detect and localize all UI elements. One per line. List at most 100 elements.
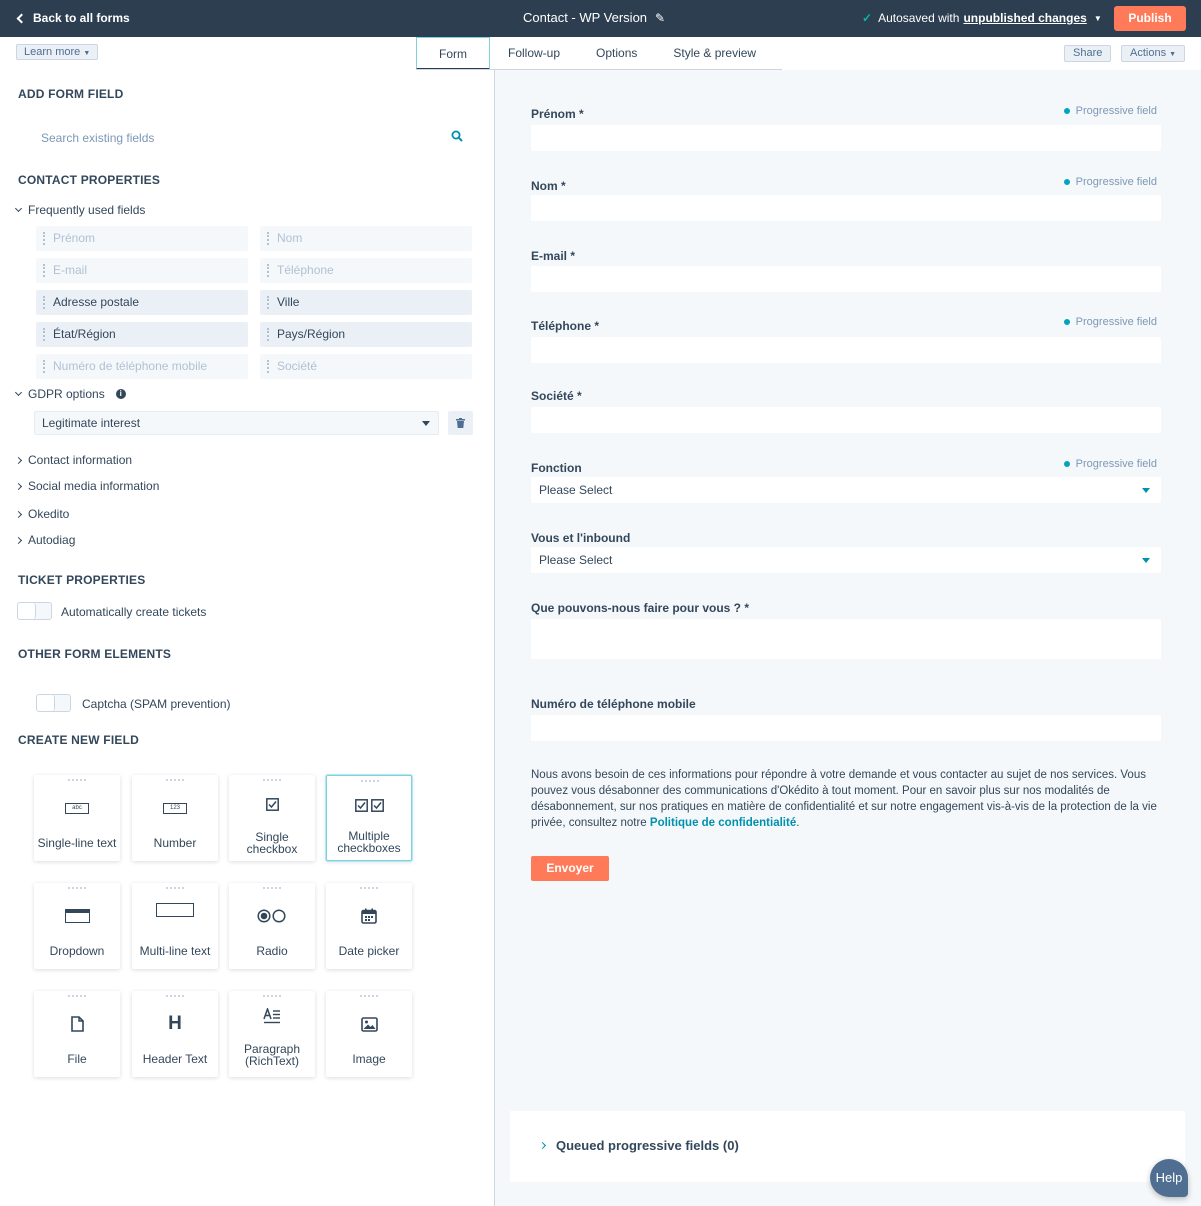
add-form-field-heading: ADD FORM FIELD bbox=[18, 87, 124, 101]
drag-handle-icon bbox=[361, 780, 379, 783]
info-icon[interactable]: i bbox=[115, 389, 126, 399]
drag-handle-icon bbox=[68, 779, 86, 782]
field-chip-ville[interactable]: Ville bbox=[260, 290, 472, 315]
card-file[interactable]: File bbox=[34, 991, 120, 1077]
input-telephone[interactable] bbox=[531, 337, 1161, 363]
caret-down-icon bbox=[1142, 558, 1150, 563]
pencil-icon[interactable]: ✎ bbox=[655, 11, 665, 25]
unpublished-changes-link[interactable]: unpublished changes bbox=[963, 11, 1086, 25]
field-chip-nom: Nom bbox=[260, 226, 472, 251]
card-radio[interactable]: Radio bbox=[229, 883, 315, 969]
card-header-text[interactable]: H Header Text bbox=[132, 991, 218, 1077]
field-chip-etat-region[interactable]: État/Région bbox=[36, 322, 248, 347]
field-chip-pays-region[interactable]: Pays/Région bbox=[260, 322, 472, 347]
input-email[interactable] bbox=[531, 266, 1161, 292]
group-contact-information[interactable]: Contact information bbox=[14, 453, 132, 467]
gdpr-select[interactable]: Legitimate interest bbox=[34, 411, 439, 435]
auto-tickets-switch[interactable] bbox=[17, 602, 52, 620]
tab-style-preview[interactable]: Style & preview bbox=[655, 37, 774, 70]
chevron-right-icon bbox=[14, 482, 23, 490]
input-prenom[interactable] bbox=[531, 125, 1161, 151]
input-nom[interactable] bbox=[531, 195, 1161, 221]
select-vous-et-inbound[interactable]: Please Select bbox=[531, 547, 1161, 573]
label-societe: Société * bbox=[531, 389, 582, 403]
field-chip-prenom: Prénom bbox=[36, 226, 248, 251]
gdpr-options-toggle[interactable]: GDPR options i bbox=[14, 387, 126, 401]
card-label: Single checkbox bbox=[246, 830, 298, 856]
learn-more-button[interactable]: Learn more ▼ bbox=[16, 44, 99, 60]
ticket-properties-heading: TICKET PROPERTIES bbox=[18, 573, 146, 587]
tab-form[interactable]: Form bbox=[416, 37, 490, 70]
progressive-badge: Progressive field bbox=[1063, 458, 1157, 470]
group-okedito[interactable]: Okedito bbox=[14, 507, 69, 521]
search-icon[interactable] bbox=[451, 130, 463, 142]
card-multi-line-text[interactable]: Multi-line text bbox=[132, 883, 218, 969]
label-email: E-mail * bbox=[531, 249, 576, 263]
drag-handle-icon bbox=[263, 779, 281, 782]
privacy-policy-link[interactable]: Politique de confidentialité bbox=[650, 817, 796, 829]
help-button[interactable]: Help bbox=[1150, 1159, 1188, 1197]
captcha-switch[interactable] bbox=[36, 694, 71, 712]
group-label: Social media information bbox=[28, 479, 160, 493]
auto-tickets-label: Automatically create tickets bbox=[61, 605, 207, 619]
card-dropdown[interactable]: Dropdown bbox=[34, 883, 120, 969]
tab-follow-up[interactable]: Follow-up bbox=[490, 37, 578, 70]
caret-down-icon[interactable]: ▼ bbox=[1094, 14, 1102, 23]
queued-label: Queued progressive fields (0) bbox=[556, 1138, 739, 1153]
other-elements-heading: OTHER FORM ELEMENTS bbox=[18, 647, 172, 661]
tabs: Form Follow-up Options Style & preview bbox=[416, 37, 774, 70]
drag-handle-icon bbox=[263, 995, 281, 998]
drag-handle-icon bbox=[263, 887, 281, 890]
publish-button[interactable]: Publish bbox=[1114, 6, 1186, 31]
autosave-status: ✓ Autosaved with unpublished changes ▼ bbox=[862, 11, 1102, 25]
legal-body: Nous avons besoin de ces informations po… bbox=[531, 769, 1157, 829]
label-prenom: Prénom * bbox=[531, 107, 584, 121]
form-title-text: Contact - WP Version bbox=[523, 10, 648, 25]
progressive-badge: Progressive field bbox=[1063, 316, 1157, 328]
card-number[interactable]: 123 Number bbox=[132, 775, 218, 861]
frequently-used-toggle[interactable]: Frequently used fields bbox=[14, 203, 145, 217]
contact-properties-heading: CONTACT PROPERTIES bbox=[18, 173, 161, 187]
share-button[interactable]: Share bbox=[1064, 45, 1112, 62]
submit-button[interactable]: Envoyer bbox=[531, 856, 609, 881]
select-fonction[interactable]: Please Select bbox=[531, 477, 1161, 503]
group-autodiag[interactable]: Autodiag bbox=[14, 533, 75, 547]
actions-button[interactable]: Actions ▼ bbox=[1121, 45, 1186, 62]
left-panel: ADD FORM FIELD Search existing fields CO… bbox=[0, 70, 495, 1206]
card-date-picker[interactable]: Date picker bbox=[326, 883, 412, 969]
field-chip-telephone: Téléphone bbox=[260, 258, 472, 283]
tab-options[interactable]: Options bbox=[578, 37, 655, 70]
delete-button[interactable] bbox=[448, 411, 473, 435]
card-label: Paragraph (RichText) bbox=[243, 1042, 301, 1068]
legal-end: . bbox=[796, 817, 800, 829]
search-input[interactable]: Search existing fields bbox=[18, 124, 474, 152]
card-multiple-checkboxes[interactable]: Multiple checkboxes bbox=[326, 775, 412, 861]
input-societe[interactable] bbox=[531, 407, 1161, 433]
form-title[interactable]: Contact - WP Version ✎ bbox=[523, 10, 665, 25]
field-chip-adresse-postale[interactable]: Adresse postale bbox=[36, 290, 248, 315]
number-icon: 123 bbox=[132, 797, 218, 819]
progressive-label: Progressive field bbox=[1075, 176, 1157, 188]
actions-label: Actions bbox=[1130, 47, 1167, 59]
label-vous-et-inbound: Vous et l'inbound bbox=[531, 531, 631, 545]
create-new-field-heading: CREATE NEW FIELD bbox=[18, 733, 139, 747]
card-image[interactable]: Image bbox=[326, 991, 412, 1077]
captcha-label: Captcha (SPAM prevention) bbox=[82, 697, 231, 711]
queued-progressive-fields[interactable]: Queued progressive fields (0) bbox=[510, 1111, 1185, 1182]
textarea-que-pouvons-nous[interactable] bbox=[531, 619, 1161, 659]
drag-handle-icon bbox=[360, 995, 378, 998]
card-label: Radio bbox=[256, 944, 288, 958]
input-mobile[interactable] bbox=[531, 715, 1161, 741]
drag-handle-icon bbox=[166, 779, 184, 782]
drag-handle-icon bbox=[68, 995, 86, 998]
chevron-left-icon bbox=[16, 13, 27, 23]
card-paragraph[interactable]: Paragraph (RichText) bbox=[229, 991, 315, 1077]
card-label: File bbox=[67, 1052, 87, 1066]
card-single-line-text[interactable]: abc Single-line text bbox=[34, 775, 120, 861]
back-to-forms-link[interactable]: Back to all forms bbox=[16, 11, 130, 25]
image-icon bbox=[326, 1013, 412, 1035]
textarea-icon bbox=[132, 899, 218, 921]
group-social-media[interactable]: Social media information bbox=[14, 479, 160, 493]
card-single-checkbox[interactable]: Single checkbox bbox=[229, 775, 315, 861]
field-chip-email: E-mail bbox=[36, 258, 248, 283]
